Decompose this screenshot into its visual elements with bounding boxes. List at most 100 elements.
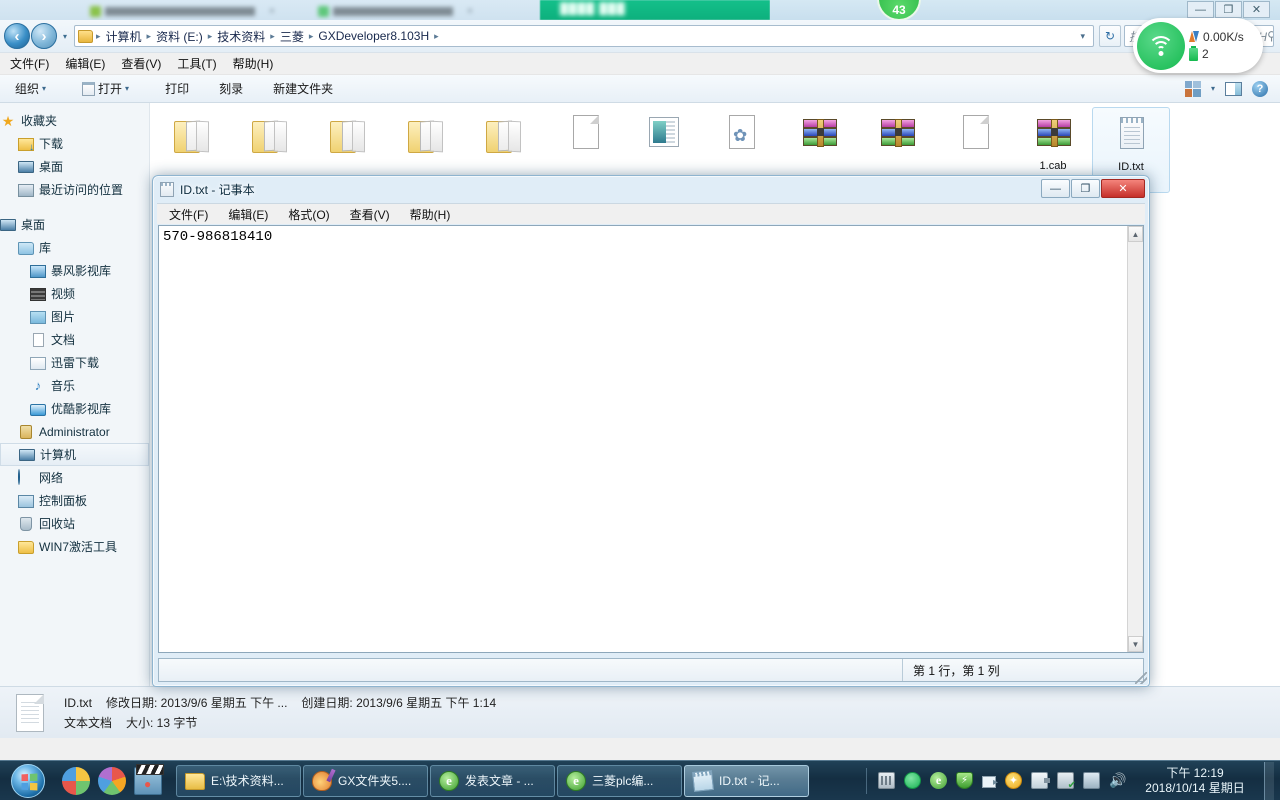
background-tab-1[interactable]: × [90,2,290,20]
notepad-menu-file[interactable]: 文件(F) [169,206,208,223]
plug-icon[interactable] [1031,772,1048,789]
notepad-content[interactable]: 570-986818410 [159,226,1127,652]
taskbar-item-browser-2[interactable]: e 三菱plc编... [557,765,682,797]
sidebar-item-desktop-root[interactable]: 桌面 [0,213,149,236]
taskbar-item-paint[interactable]: GX文件夹5.... [303,765,428,797]
sidebar-item-baofeng[interactable]: 暴风影视库 [0,259,149,282]
notepad-title-bar[interactable]: ID.txt - 记事本 — ❐ ✕ [153,176,1149,203]
breadcrumb-item-drive-e[interactable]: 资料 (E:) [152,27,207,46]
chevron-down-icon[interactable]: ▾ [1075,31,1090,42]
menu-tools[interactable]: 工具(T) [177,55,216,72]
background-browser-window[interactable]: × × ████ ███ 43 — ❐ ✕ [0,0,1280,20]
sidebar-item-control-panel[interactable]: 控制面板 [0,489,149,512]
breadcrumb[interactable]: ▸ 计算机 ▸ 资料 (E:) ▸ 技术资料 ▸ 三菱 ▸ GXDevelope… [74,25,1094,47]
menu-view[interactable]: 查看(V) [121,55,161,72]
sidebar-item-computer[interactable]: 计算机 [0,443,149,466]
background-maximize-button[interactable]: ❐ [1215,1,1242,18]
tab-close-icon[interactable]: × [269,6,275,17]
refresh-icon[interactable]: ↻ [1099,25,1121,47]
chevron-down-icon[interactable]: ▾ [1211,84,1215,93]
sidebar-item-documents[interactable]: 文档 [0,328,149,351]
clock[interactable]: 下午 12:19 2018/10/14 星期日 [1135,766,1255,796]
sidebar-item-recent-places[interactable]: 最近访问的位置 [0,178,149,201]
tab-title-blur [333,7,453,16]
organize-label: 组织 [15,80,39,97]
scroll-track[interactable] [1128,242,1143,636]
organize-button[interactable]: 组织 ▾ [8,78,53,99]
sidebar-item-videos[interactable]: 视频 [0,282,149,305]
notepad-menu-format[interactable]: 格式(O) [288,206,329,223]
preview-pane-icon[interactable] [1225,82,1242,96]
menu-file[interactable]: 文件(F) [10,55,49,72]
breadcrumb-item-tech-docs[interactable]: 技术资料 [213,27,269,46]
sidebar-item-network[interactable]: 网络 [0,466,149,489]
breadcrumb-item-gxdeveloper[interactable]: GXDeveloper8.103H [314,28,433,44]
menu-help[interactable]: 帮助(H) [233,55,274,72]
flag-icon[interactable] [982,776,996,788]
safe-icon[interactable] [1057,772,1074,789]
notepad-vertical-scrollbar[interactable]: ▲ ▼ [1127,226,1143,652]
taskbar-item-explorer[interactable]: E:\技术资料... [176,765,301,797]
print-button[interactable]: 打印 [158,78,196,99]
sidebar-item-downloads[interactable]: 下载 [0,132,149,155]
back-button[interactable]: ‹ [4,23,30,49]
background-window-controls[interactable]: — ❐ ✕ [1187,1,1270,18]
burn-button[interactable]: 刻录 [212,78,250,99]
breadcrumb-item-mitsubishi[interactable]: 三菱 [276,27,308,46]
sidebar-item-label: 库 [39,239,51,256]
notepad-close-button[interactable]: ✕ [1101,179,1145,198]
breadcrumb-item-computer[interactable]: 计算机 [102,27,146,46]
beach-browser-icon[interactable] [98,767,126,795]
history-dropdown-icon[interactable]: ▾ [58,32,72,41]
notepad-text-area[interactable]: 570-986818410 ▲ ▼ [158,225,1144,653]
wifi-icon[interactable] [904,772,921,789]
start-button[interactable] [2,762,54,800]
taskbar-item-notepad[interactable]: ID.txt - 记... [684,765,809,797]
qq-icon[interactable] [62,767,90,795]
forward-button[interactable]: › [31,23,57,49]
resize-grip-icon[interactable] [1135,672,1147,684]
new-folder-button[interactable]: 新建文件夹 [266,78,340,99]
sidebar-item-recycle-bin[interactable]: 回收站 [0,512,149,535]
360-browser-icon[interactable]: e [930,772,947,789]
taskbar-item-browser-1[interactable]: e 发表文章 - ... [430,765,555,797]
sidebar-item-youku[interactable]: 优酷影视库 [0,397,149,420]
wifi-icon[interactable] [1137,22,1185,70]
show-desktop-button[interactable] [1264,762,1274,800]
sidebar-item-libraries[interactable]: 库 [0,236,149,259]
notepad-menu-edit[interactable]: 编辑(E) [228,206,268,223]
notepad-status-bar: 第 1 行，第 1 列 [158,658,1144,682]
star-icon[interactable]: ✦ [1005,772,1022,789]
notepad-minimize-button[interactable]: — [1041,179,1070,198]
scroll-up-icon[interactable]: ▲ [1128,226,1143,242]
sidebar-item-pictures[interactable]: 图片 [0,305,149,328]
sidebar-item-label: 优酷影视库 [51,400,111,417]
background-tab-2[interactable]: × [318,2,508,20]
sidebar-item-thunder-download[interactable]: 迅雷下载 [0,351,149,374]
scroll-down-icon[interactable]: ▼ [1128,636,1143,652]
background-close-button[interactable]: ✕ [1243,1,1270,18]
keyboard-icon[interactable] [878,772,895,789]
open-button[interactable]: 打开 ▾ [75,78,136,99]
speaker-icon[interactable]: 🔊 [1109,772,1126,789]
media-player-icon[interactable] [134,767,162,795]
tab-close-icon[interactable]: × [467,6,473,17]
sidebar-item-desktop[interactable]: 桌面 [0,155,149,178]
help-icon[interactable]: ? [1252,81,1268,97]
background-minimize-button[interactable]: — [1187,1,1214,18]
menu-edit[interactable]: 编辑(E) [65,55,105,72]
tab-title-blur [105,7,255,16]
sidebar-item-music[interactable]: ♪ 音乐 [0,374,149,397]
change-view-icon[interactable] [1185,81,1201,97]
sidebar-item-administrator[interactable]: Administrator [0,420,149,443]
notepad-maximize-button[interactable]: ❐ [1071,179,1100,198]
monitor-icon[interactable] [1083,772,1100,789]
connected-devices-icon [1189,48,1198,61]
notepad-window[interactable]: ID.txt - 记事本 — ❐ ✕ 文件(F) 编辑(E) 格式(O) 查看(… [152,175,1150,687]
notepad-menu-view[interactable]: 查看(V) [350,206,390,223]
wifi-floating-widget[interactable]: 0.00K/s 2 [1133,18,1263,73]
sidebar-item-win7-activation-tool[interactable]: WIN7激活工具 [0,535,149,558]
shield-icon[interactable]: ⚡ [956,772,973,789]
notepad-menu-help[interactable]: 帮助(H) [410,206,451,223]
sidebar-item-favorites[interactable]: ★ 收藏夹 [0,109,149,132]
